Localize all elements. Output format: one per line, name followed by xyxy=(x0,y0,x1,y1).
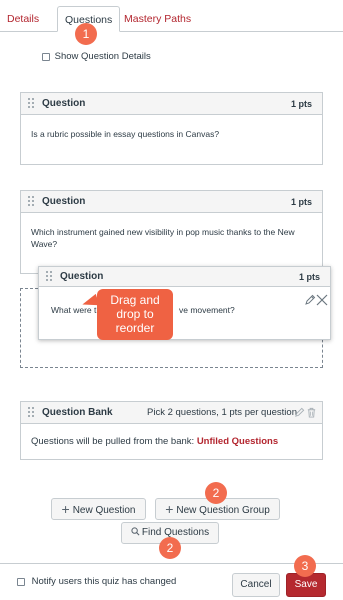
question-points: 1 pts xyxy=(290,197,312,207)
new-question-label: New Question xyxy=(72,505,136,516)
notify-row: Notify users this quiz has changed xyxy=(17,576,176,587)
question-header: Question 1 pts xyxy=(39,267,330,287)
show-details-checkbox[interactable] xyxy=(42,52,50,61)
drag-drop-callout: Drag and drop to reorder xyxy=(97,289,173,340)
question-text-right: ve movement? xyxy=(179,305,235,315)
question-text: Is a rubric possible in essay questions … xyxy=(31,129,220,139)
question-title: Question xyxy=(42,98,86,109)
drag-handle-icon[interactable] xyxy=(28,98,36,110)
question-points: 1 pts xyxy=(290,99,312,109)
question-title: Question xyxy=(42,196,86,207)
show-details-label: Show Question Details xyxy=(54,51,151,62)
question-bank-header: Question Bank Pick 2 questions, 1 pts pe… xyxy=(21,402,322,424)
cancel-button[interactable]: Cancel xyxy=(232,573,280,597)
question-bank-summary: Pick 2 questions, 1 pts per question xyxy=(147,407,297,418)
edit-pencil-icon[interactable] xyxy=(294,407,305,418)
question-text-line: Which instrument gained new visibility i… xyxy=(31,227,295,237)
new-question-group-label: New Question Group xyxy=(176,505,270,516)
quiz-tabs: Details Questions Mastery Paths xyxy=(0,6,343,32)
trash-icon[interactable] xyxy=(306,407,317,418)
question-bank-body: Questions will be pulled from the bank: … xyxy=(21,424,322,458)
question-bank-link[interactable]: Unfiled Questions xyxy=(197,436,278,447)
callout-line: Drag and xyxy=(110,293,160,307)
question-header: Question 1 pts xyxy=(21,93,322,115)
plus-icon: + xyxy=(61,501,70,517)
question-title: Question xyxy=(60,271,104,282)
step-badge-3: 3 xyxy=(294,555,316,577)
notify-label: Notify users this quiz has changed xyxy=(31,576,177,587)
question-text: Which instrument gained new visibility i… xyxy=(21,213,322,260)
callout-line: reorder xyxy=(115,321,155,335)
drag-handle-icon[interactable] xyxy=(46,271,54,283)
footer-divider xyxy=(0,563,343,564)
question-bank-pulled-text: Questions will be pulled from the bank: xyxy=(31,436,197,447)
notify-checkbox[interactable] xyxy=(17,577,25,586)
callout-line: drop to xyxy=(116,307,154,321)
question-text-line: Wave? xyxy=(31,239,58,249)
edit-pencil-icon[interactable] xyxy=(304,294,316,306)
drag-handle-icon[interactable] xyxy=(28,407,36,419)
close-icon[interactable] xyxy=(316,294,328,306)
step-badge-2: 2 xyxy=(205,482,227,504)
tab-details[interactable]: Details xyxy=(7,6,39,32)
tab-mastery-paths[interactable]: Mastery Paths xyxy=(124,6,191,32)
search-icon xyxy=(131,527,140,536)
question-points: 1 pts xyxy=(298,272,320,282)
plus-icon: + xyxy=(165,501,174,517)
find-questions-label: Find Questions xyxy=(141,527,210,538)
new-question-button[interactable]: + New Question xyxy=(51,498,146,520)
question-bank-title: Question Bank xyxy=(42,407,113,418)
step-badge-1: 1 xyxy=(75,23,97,45)
step-badge-2: 2 xyxy=(159,537,181,559)
question-card: Question 1 pts Is a rubric possible in e… xyxy=(20,92,323,165)
drag-handle-icon[interactable] xyxy=(28,196,36,208)
question-card: Question 1 pts Which instrument gained n… xyxy=(20,190,323,274)
question-bank-card: Question Bank Pick 2 questions, 1 pts pe… xyxy=(20,401,323,460)
question-header: Question 1 pts xyxy=(21,191,322,213)
show-details-row: Show Question Details xyxy=(42,51,151,62)
